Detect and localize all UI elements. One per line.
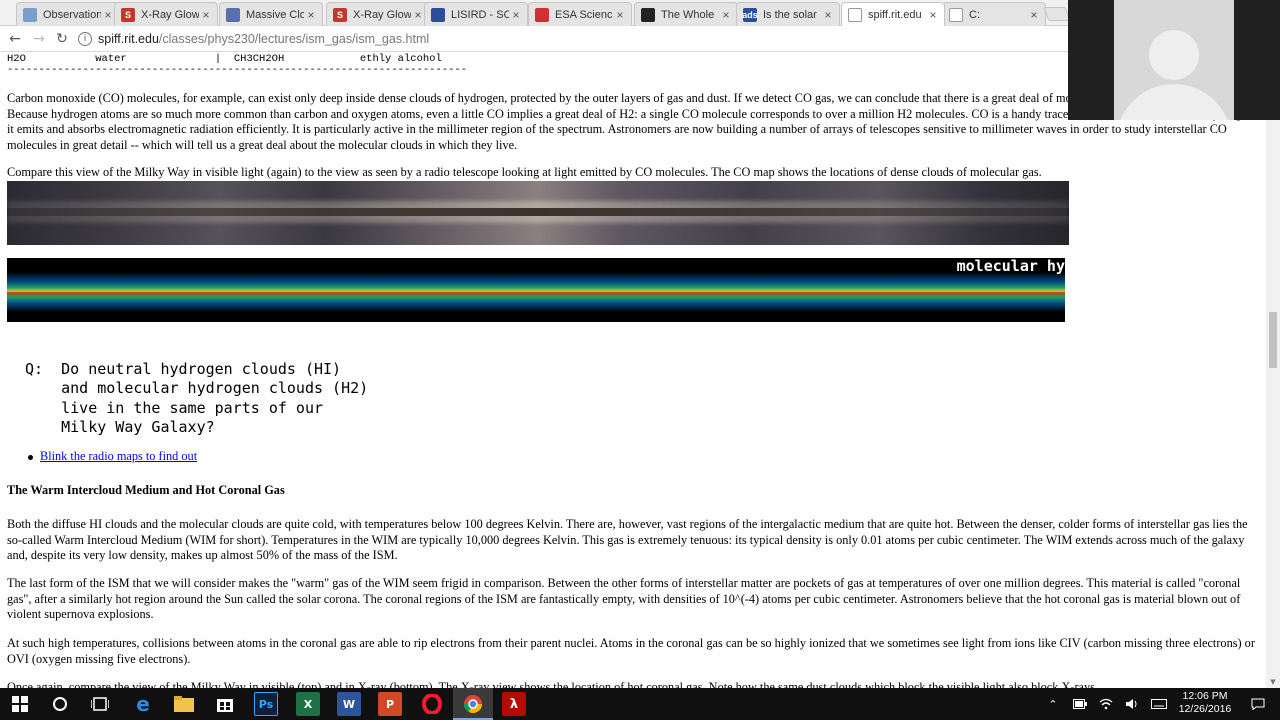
paragraph-wim: Both the diffuse HI clouds and the molec… (7, 517, 1248, 562)
close-icon[interactable]: × (613, 8, 627, 22)
word-icon[interactable]: W (337, 692, 361, 716)
volume-icon[interactable] (1122, 688, 1142, 720)
tab-label: Observation (43, 8, 101, 21)
tab-label: spiff.rit.edu (868, 8, 922, 21)
tab-label: LISIRD - SO (451, 8, 509, 21)
acrobat-icon[interactable]: λ (502, 692, 526, 716)
windows-start-icon[interactable] (8, 692, 32, 716)
close-icon[interactable]: × (821, 8, 835, 22)
close-icon[interactable]: × (101, 8, 115, 22)
reload-icon[interactable]: ↻ (53, 30, 71, 48)
tab-favicon-icon (23, 7, 37, 22)
tab-label: ESA Science (555, 8, 613, 21)
close-icon[interactable]: × (509, 8, 523, 22)
browser-tab[interactable]: Massive Clo × (219, 2, 323, 26)
task-view-icon[interactable] (88, 692, 112, 716)
url-host: spiff.rit.edu (98, 32, 159, 46)
wifi-icon[interactable] (1096, 688, 1116, 720)
system-clock[interactable]: 12:06 PM 12/26/2016 (1170, 690, 1240, 716)
search-icon[interactable] (48, 692, 72, 716)
paragraph-ionized: At such high temperatures, collisions be… (7, 636, 1255, 666)
new-tab-button[interactable] (1043, 7, 1071, 21)
blink-maps-link[interactable]: Blink the radio maps to find out (40, 449, 197, 463)
url-path: /classes/phys230/lectures/ism_gas/ism_ga… (158, 32, 430, 46)
notifications-icon[interactable] (1246, 688, 1270, 720)
close-icon[interactable]: × (199, 8, 213, 22)
tab-favicon-icon (431, 7, 445, 22)
chevron-up-icon[interactable]: ⌃ (1044, 688, 1062, 720)
close-icon[interactable]: × (926, 8, 940, 22)
opera-icon[interactable] (420, 692, 444, 716)
browser-tab[interactable]: Observation × (16, 2, 120, 26)
keyboard-icon[interactable] (1148, 688, 1170, 720)
forward-icon[interactable]: → (30, 30, 48, 48)
chrome-icon[interactable] (461, 692, 485, 716)
edge-icon[interactable]: e (131, 692, 155, 716)
browser-tab[interactable]: The Whole × (634, 2, 738, 26)
back-icon[interactable]: ← (6, 30, 24, 48)
tab-favicon-icon (641, 7, 655, 22)
co-map-label: molecular hy (956, 258, 1065, 275)
powerpoint-icon[interactable]: P (378, 692, 402, 716)
taskbar: e Ps X W P λ ⌃ 12:06 PM 12/26/2016 (0, 688, 1280, 720)
scroll-thumb[interactable] (1269, 312, 1277, 368)
paragraph-xray: Once again, compare the view of the Milk… (7, 680, 1099, 688)
paragraph-coronal: The last form of the ISM that we will co… (7, 576, 1241, 621)
paragraph-compare: Compare this view of the Milky Way in vi… (7, 165, 1042, 179)
page-content: H2O water | CH3CH2OH ethly alcohol -----… (0, 52, 1266, 688)
section-heading: The Warm Intercloud Medium and Hot Coron… (7, 483, 285, 497)
tab-favicon-icon (226, 7, 240, 22)
tab-label: X-Ray Glow (353, 8, 411, 21)
tab-label: The Whole (661, 8, 715, 21)
browser-tab[interactable]: ESA Science × (528, 2, 632, 26)
tab-label: Is the solar (763, 8, 817, 21)
tab-favicon-icon: S (333, 7, 347, 22)
tab-label: C: (969, 8, 980, 21)
question-block: Q: Do neutral hydrogen clouds (HI) and m… (25, 360, 369, 436)
file-explorer-icon[interactable] (172, 692, 196, 716)
vertical-scrollbar[interactable]: ▲ ▼ (1266, 52, 1280, 688)
browser-tab[interactable]: ads Is the solar × (736, 2, 840, 26)
avatar (1114, 0, 1234, 120)
address-bar[interactable]: i spiff.rit.edu/classes/phys230/lectures… (78, 29, 1068, 49)
tab-label: X-Ray Glow (141, 8, 199, 21)
tab-favicon-icon (848, 7, 862, 22)
clock-date: 12/26/2016 (1178, 703, 1232, 715)
photoshop-icon[interactable]: Ps (254, 692, 278, 716)
tab-favicon-icon: ads (742, 7, 758, 22)
browser-tab[interactable]: S X-Ray Glow × (326, 2, 430, 26)
browser-tab[interactable]: C: × (942, 2, 1046, 26)
close-icon[interactable]: × (304, 8, 318, 22)
list-item: Blink the radio maps to find out (27, 449, 197, 465)
browser-tab[interactable]: LISIRD - SO × (424, 2, 528, 26)
table-rule: ----------------------------------------… (7, 64, 467, 76)
info-icon[interactable]: i (78, 32, 92, 46)
tab-label: Massive Clo (246, 8, 304, 21)
webcam-overlay (1068, 0, 1280, 120)
close-icon[interactable]: × (411, 8, 425, 22)
clock-time: 12:06 PM (1182, 690, 1228, 702)
close-icon[interactable]: × (1027, 8, 1041, 22)
tab-favicon-icon (949, 7, 963, 22)
excel-icon[interactable]: X (296, 692, 320, 716)
battery-icon[interactable] (1070, 688, 1090, 720)
store-icon[interactable] (213, 692, 237, 716)
browser-tab[interactable]: spiff.rit.edu × (841, 2, 945, 26)
co-map-image: molecular hy (7, 258, 1065, 322)
tab-favicon-icon: S (121, 7, 135, 22)
close-icon[interactable]: × (719, 8, 733, 22)
tab-favicon-icon (535, 7, 549, 22)
milky-way-visible-image (7, 181, 1069, 245)
browser-tab[interactable]: S X-Ray Glow × (114, 2, 218, 26)
scroll-down-icon[interactable]: ▼ (1266, 676, 1280, 688)
